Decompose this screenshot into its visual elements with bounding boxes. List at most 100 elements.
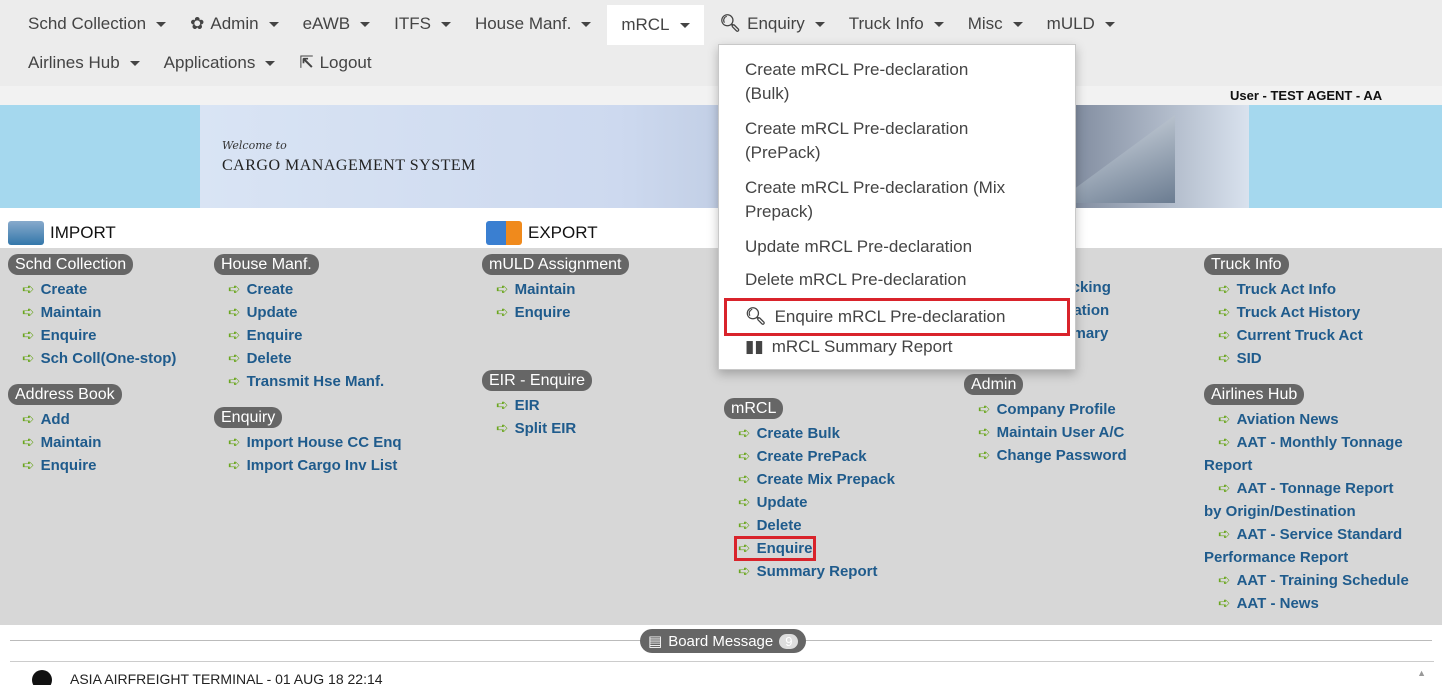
link-tonnage-report-cont[interactable]: by Origin/Destination [1204,500,1409,523]
link-monthly-tonnage[interactable]: ➪ AAT - Monthly Tonnage [1204,431,1409,454]
container-icon [8,221,44,245]
enquire-highlight: ➪ Enquire [733,536,817,561]
nav-itfs[interactable]: ITFS [386,14,459,34]
link-eir[interactable]: ➪ EIR [482,394,629,417]
link-mrcl-create-bulk[interactable]: ➪ Create Bulk [724,422,895,445]
group-enquiry: Enquiry [214,407,283,428]
menu-create-bulk-line2[interactable]: (Bulk) [745,82,789,106]
nav-label: Truck Info [848,14,924,33]
link-truck-act-info[interactable]: ➪ Truck Act Info [1204,278,1409,301]
menu-delete[interactable]: Delete mRCL Pre-declaration [745,268,966,292]
menu-summary-report[interactable]: ▮▮ mRCL Summary Report [745,335,952,359]
arrow-icon: ➪ [228,327,241,344]
list-icon: ▤ [648,633,663,650]
caret-down-icon [1012,21,1023,27]
nav-mrcl[interactable]: mRCL [607,5,704,45]
arrow-icon: ➪ [496,304,509,321]
nav-enquiry[interactable]: 🔍︎ Enquiry [712,14,833,34]
menu-create-prepack-line2[interactable]: (PrePack) [745,141,821,165]
arrow-icon: ➪ [22,327,35,344]
nav-misc[interactable]: Misc [960,14,1031,34]
link-current-truck-act[interactable]: ➪ Current Truck Act [1204,324,1409,347]
link-mrcl-summary-report[interactable]: ➪ Summary Report [724,560,895,583]
menu-create-mix-line1[interactable]: Create mRCL Pre-declaration (Mix [745,176,1005,200]
link-address-enquire[interactable]: ➪ Enquire [8,454,176,477]
link-monthly-tonnage-cont[interactable]: Report [1204,454,1409,477]
menu-update[interactable]: Update mRCL Pre-declaration [745,235,972,259]
link-label: Maintain User A/C [996,424,1125,441]
link-label: Truck Act Info [1236,281,1337,298]
arrow-icon: ➪ [978,424,991,441]
search-icon: 🔍︎ [745,307,767,326]
group-muld-assignment: mULD Assignment [482,254,629,275]
menu-create-bulk-line1[interactable]: Create mRCL Pre-declaration [745,58,968,82]
link-mrcl-create-prepack[interactable]: ➪ Create PrePack [724,445,895,468]
board-message-button[interactable]: ▤ Board Message 9 [640,629,807,653]
link-mrcl-delete[interactable]: ➪ Delete [724,514,895,537]
link-schd-create[interactable]: ➪ Create [8,278,176,301]
link-address-maintain[interactable]: ➪ Maintain [8,431,176,454]
link-service-standard-cont[interactable]: Performance Report [1204,546,1409,569]
link-mrcl-create-mix-prepack[interactable]: ➪ Create Mix Prepack [724,468,895,491]
link-truck-act-history[interactable]: ➪ Truck Act History [1204,301,1409,324]
link-house-delete[interactable]: ➪ Delete [214,347,402,370]
link-house-create[interactable]: ➪ Create [214,278,402,301]
link-label: Import Cargo Inv List [246,457,398,474]
nav-logout[interactable]: ⇱ Logout [291,53,379,73]
link-muld-enquire[interactable]: ➪ Enquire [482,301,629,324]
nav-applications[interactable]: Applications [156,53,284,73]
link-aviation-news[interactable]: ➪ Aviation News [1204,408,1409,431]
link-tonnage-report[interactable]: ➪ AAT - Tonnage Report [1204,477,1409,500]
nav-schd-collection[interactable]: Schd Collection [20,14,174,34]
nav-label: Logout [319,53,372,72]
link-maintain-user[interactable]: ➪ Maintain User A/C [964,421,1127,444]
nav-truck-info[interactable]: Truck Info [841,14,952,34]
link-mrcl-enquire[interactable]: ➪ Enquire [724,536,895,561]
board-message-list: ASIA AIRFREIGHT TERMINAL - 01 AUG 18 22:… [10,661,1434,685]
link-label: Enquire [246,327,303,344]
link-company-profile[interactable]: ➪ Company Profile [964,398,1127,421]
link-schd-maintain[interactable]: ➪ Maintain [8,301,176,324]
link-house-update[interactable]: ➪ Update [214,301,402,324]
link-address-add[interactable]: ➪ Add [8,408,176,431]
link-house-enquire[interactable]: ➪ Enquire [214,324,402,347]
link-label: Summary Report [756,563,878,580]
arrow-icon: ➪ [738,563,751,580]
import-section-header: IMPORT [8,218,116,248]
arrow-icon: ➪ [978,447,991,464]
link-label: Enquire [40,457,97,474]
nav-eawb[interactable]: eAWB [295,14,379,34]
scroll-up-icon[interactable]: ▲ [1417,668,1426,678]
nav-admin[interactable]: ✿ Admin [182,14,286,34]
nav-house-manf[interactable]: House Manf. [467,14,599,34]
arrow-icon: ➪ [22,411,35,428]
menu-create-prepack-line1[interactable]: Create mRCL Pre-declaration [745,117,968,141]
link-sid[interactable]: ➪ SID [1204,347,1409,370]
link-training-schedule[interactable]: ➪ AAT - Training Schedule [1204,569,1409,592]
link-muld-maintain[interactable]: ➪ Maintain [482,278,629,301]
truck-icon [486,221,522,245]
link-house-transmit[interactable]: ➪ Transmit Hse Manf. [214,370,402,393]
link-mrcl-update[interactable]: ➪ Update [724,491,895,514]
item-number-icon [32,670,52,685]
nav-airlines-hub[interactable]: Airlines Hub [20,53,148,73]
arrow-icon: ➪ [228,350,241,367]
link-split-eir[interactable]: ➪ Split EIR [482,417,629,440]
link-service-standard[interactable]: ➪ AAT - Service Standard [1204,523,1409,546]
board-item-title[interactable]: ASIA AIRFREIGHT TERMINAL - 01 AUG 18 22:… [70,671,383,685]
link-label: Create Mix Prepack [756,471,895,488]
nav-label: ITFS [394,14,431,33]
link-import-house-cc-enq[interactable]: ➪ Import House CC Enq [214,431,402,454]
group-eir-enquire: EIR - Enquire [482,370,593,391]
link-import-cargo-inv-list[interactable]: ➪ Import Cargo Inv List [214,454,402,477]
menu-enquire-highlight[interactable]: 🔍︎ Enquire mRCL Pre-declaration [724,298,1070,336]
caret-down-icon [440,21,451,27]
link-schd-enquire[interactable]: ➪ Enquire [8,324,176,347]
link-schd-onestop[interactable]: ➪ Sch Coll(One-stop) [8,347,176,370]
link-label: Update [246,304,298,321]
link-aat-news[interactable]: ➪ AAT - News [1204,592,1409,615]
gear-icon: ✿ [190,14,205,33]
nav-muld[interactable]: mULD [1039,14,1123,34]
link-change-password[interactable]: ➪ Change Password [964,444,1127,467]
menu-create-mix-line2[interactable]: Prepack) [745,200,813,224]
